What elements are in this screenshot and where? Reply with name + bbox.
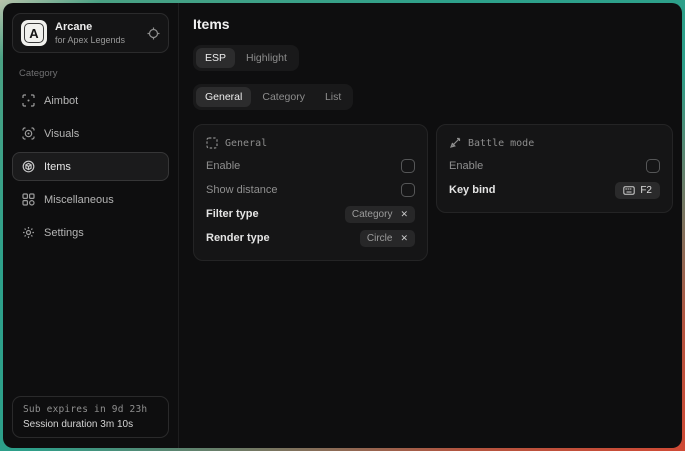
app-logo: A <box>21 20 47 46</box>
panel-title: Battle mode <box>468 138 534 149</box>
mode-tab-group: ESP Highlight <box>193 45 299 71</box>
scan-eye-icon <box>22 127 35 140</box>
sidebar-item-aimbot[interactable]: Aimbot <box>12 86 169 115</box>
main-content: Items ESP Highlight General Category Lis… <box>179 3 682 448</box>
enable-checkbox[interactable] <box>401 159 415 173</box>
filter-type-tag[interactable]: Category ✕ <box>345 206 415 223</box>
keybind-button[interactable]: F2 <box>615 182 660 199</box>
session-duration-text: Session duration 3m 10s <box>23 419 158 430</box>
sidebar-item-label: Miscellaneous <box>44 194 114 206</box>
render-type-tag[interactable]: Circle ✕ <box>360 230 415 247</box>
sword-icon <box>449 137 461 149</box>
panel-general: General Enable Show distance Filter type… <box>193 124 428 261</box>
setting-row-filter-type: Filter type Category ✕ <box>206 202 415 226</box>
sidebar-item-label: Aimbot <box>44 95 78 107</box>
setting-row-enable: Enable <box>206 154 415 178</box>
app-header-card: A Arcane for Apex Legends <box>12 13 169 53</box>
crosshair-target-icon[interactable] <box>147 27 160 40</box>
tab-category[interactable]: Category <box>253 87 314 107</box>
sidebar-item-miscellaneous[interactable]: Miscellaneous <box>12 185 169 214</box>
setting-label: Key bind <box>449 184 495 196</box>
sidebar-item-visuals[interactable]: Visuals <box>12 119 169 148</box>
setting-label: Filter type <box>206 208 259 220</box>
tag-value: Circle <box>367 233 393 244</box>
setting-row-key-bind: Key bind F2 <box>449 178 660 202</box>
tab-highlight[interactable]: Highlight <box>237 48 296 68</box>
sidebar-item-label: Visuals <box>44 128 79 140</box>
close-icon[interactable]: ✕ <box>400 210 408 219</box>
sub-expires-text: Sub expires in 9d 23h <box>23 404 158 415</box>
close-icon[interactable]: ✕ <box>400 234 408 243</box>
dashed-box-icon <box>206 137 218 149</box>
tab-esp[interactable]: ESP <box>196 48 235 68</box>
package-icon <box>22 160 35 173</box>
setting-row-render-type: Render type Circle ✕ <box>206 226 415 250</box>
app-subtitle: for Apex Legends <box>55 35 125 45</box>
sidebar-nav: Aimbot Visuals <box>12 86 169 247</box>
sidebar-item-label: Settings <box>44 227 84 239</box>
app-logo-letter: A <box>29 26 38 41</box>
keyboard-icon <box>623 186 635 195</box>
subscription-info-card: Sub expires in 9d 23h Session duration 3… <box>12 396 169 438</box>
setting-label: Enable <box>449 160 483 172</box>
view-tab-group: General Category List <box>193 84 353 110</box>
battle-enable-checkbox[interactable] <box>646 159 660 173</box>
app-window: A Arcane for Apex Legends Category <box>3 3 682 448</box>
sidebar-section-label: Category <box>19 68 162 79</box>
setting-row-show-distance: Show distance <box>206 178 415 202</box>
setting-label: Enable <box>206 160 240 172</box>
keybind-value: F2 <box>640 185 652 196</box>
app-name: Arcane <box>55 21 125 33</box>
show-distance-checkbox[interactable] <box>401 183 415 197</box>
crosshair-icon <box>22 94 35 107</box>
grid-icon <box>22 193 35 206</box>
tag-value: Category <box>352 209 393 220</box>
page-title: Items <box>193 16 673 32</box>
panel-battle-mode: Battle mode Enable Key bind <box>436 124 673 213</box>
tab-list[interactable]: List <box>316 87 350 107</box>
panel-title: General <box>225 138 267 149</box>
gear-icon <box>22 226 35 239</box>
sidebar-item-label: Items <box>44 161 71 173</box>
setting-row-enable: Enable <box>449 154 660 178</box>
sidebar-item-items[interactable]: Items <box>12 152 169 181</box>
setting-label: Render type <box>206 232 270 244</box>
tab-general[interactable]: General <box>196 87 251 107</box>
sidebar: A Arcane for Apex Legends Category <box>3 3 179 448</box>
sidebar-item-settings[interactable]: Settings <box>12 218 169 247</box>
setting-label: Show distance <box>206 184 278 196</box>
